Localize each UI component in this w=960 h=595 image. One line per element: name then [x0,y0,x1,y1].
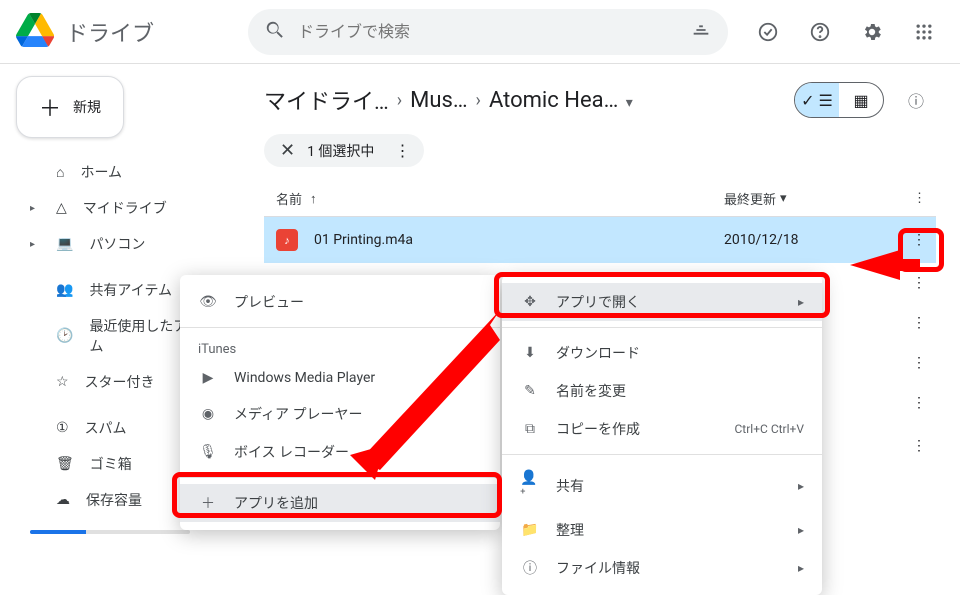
chevron-right-icon: ▸ [798,561,804,575]
trash-icon: 🗑 [56,456,74,472]
open-with-icon: ✥ [520,294,540,310]
header-actions [748,12,944,52]
app-header: ドライブ [0,0,960,64]
file-context-menu: ✥アプリで開く▸ ⬇ダウンロード ✎名前を変更 ⧉コピーを作成Ctrl+C Ct… [502,275,822,595]
eye-icon: 👁 [198,294,218,310]
pencil-icon: ✎ [520,383,540,399]
annotation-arrow [850,245,920,285]
search-input[interactable] [298,22,678,41]
new-button-label: 新規 [73,97,101,117]
apps-grid-icon[interactable] [904,12,944,52]
chevron-right-icon: ▸ [798,479,804,493]
offline-icon[interactable] [748,12,788,52]
menu-share[interactable]: 👤⁺共有▸ [502,461,822,511]
star-icon: ☆ [56,374,69,390]
chevron-right-icon[interactable]: ▸ [30,239,40,250]
sidebar-item-home[interactable]: ⌂ホーム [16,154,240,190]
breadcrumb-item[interactable]: Mus… [410,88,467,113]
menu-open-with[interactable]: ✥アプリで開く▸ [502,283,822,321]
file-more-icon[interactable]: ⋮ [912,355,924,371]
column-options-icon[interactable]: ⋮ [913,191,924,206]
info-icon: ⓘ [520,558,540,578]
annotation-arrow [350,310,510,480]
download-icon: ⬇ [520,345,540,361]
menu-add-app[interactable]: ＋アプリを追加 [180,484,500,522]
menu-rename[interactable]: ✎名前を変更 [502,372,822,410]
caret-down-icon: ▾ [622,95,633,111]
settings-gear-icon[interactable] [852,12,892,52]
file-row[interactable]: ♪ 01 Printing.m4a 2010/12/18 ⋮ [264,217,936,263]
drive-icon: △ [56,200,67,216]
close-icon[interactable]: ✕ [280,140,295,161]
sidebar-item-computers[interactable]: ▸💻パソコン [16,226,240,262]
plus-icon: ＋ [39,91,61,123]
chevron-right-icon: › [476,90,481,111]
selection-bar: ✕ 1 個選択中 ⋮ [264,134,424,167]
logo[interactable]: ドライブ [16,11,240,53]
file-name: 01 Printing.m4a [314,232,724,248]
search-bar[interactable] [248,9,728,55]
more-actions-icon[interactable]: ⋮ [394,141,408,160]
chevron-right-icon: ▸ [798,295,804,309]
file-more-icon[interactable]: ⋮ [912,395,924,411]
menu-file-info[interactable]: ⓘファイル情報▸ [502,549,822,587]
breadcrumb: マイドライ… › Mus… › Atomic Hea… ▾ [264,84,633,116]
chevron-right-icon[interactable]: ▸ [30,203,40,214]
spam-icon: ① [56,420,69,436]
mic-icon: 🎙 [198,444,218,460]
list-view-button[interactable]: ✓ ☰ [795,83,839,117]
name-column[interactable]: 名前 [276,189,302,208]
view-toggle: ✓ ☰ ▦ [794,82,884,118]
sort-up-icon[interactable]: ↑ [310,191,317,207]
updated-column[interactable]: 最終更新 [724,189,776,208]
share-icon: 👤⁺ [520,470,540,502]
copy-icon: ⧉ [520,421,540,437]
breadcrumb-item[interactable]: Atomic Hea… ▾ [489,88,633,113]
app-name: ドライブ [66,16,154,48]
selection-count: 1 個選択中 [307,141,374,161]
drive-logo-icon [16,11,54,53]
chevron-right-icon: › [397,90,402,111]
media-icon: ◉ [198,406,218,422]
chevron-right-icon: ▸ [798,523,804,537]
menu-download[interactable]: ⬇ダウンロード [502,334,822,372]
plus-icon: ＋ [198,493,218,513]
help-icon[interactable] [800,12,840,52]
clock-icon: 🕑 [56,328,73,344]
wmp-icon: ▶ [198,370,218,386]
people-icon: 👥 [56,282,73,298]
grid-view-button[interactable]: ▦ [839,83,883,117]
column-headers: 名前 ↑ 最終更新 ▾ ⋮ [264,181,936,217]
audio-file-icon: ♪ [276,229,298,251]
new-button[interactable]: ＋ 新規 [16,76,124,138]
folder-icon: 📁 [520,522,540,538]
info-icon[interactable]: ⓘ [896,80,936,120]
cloud-icon: ☁ [56,492,70,508]
file-more-icon[interactable]: ⋮ [912,315,924,331]
laptop-icon: 💻 [56,236,73,252]
storage-bar [30,530,190,534]
caret-down-icon: ▾ [780,191,787,206]
home-icon: ⌂ [56,164,64,181]
sidebar-item-mydrive[interactable]: ▸△マイドライブ [16,190,240,226]
file-more-icon[interactable]: ⋮ [912,438,924,454]
menu-copy[interactable]: ⧉コピーを作成Ctrl+C Ctrl+V [502,410,822,448]
menu-organize[interactable]: 📁整理▸ [502,511,822,549]
breadcrumb-item[interactable]: マイドライ… [264,84,389,116]
search-icon [264,19,286,45]
search-options-icon[interactable] [690,19,712,45]
